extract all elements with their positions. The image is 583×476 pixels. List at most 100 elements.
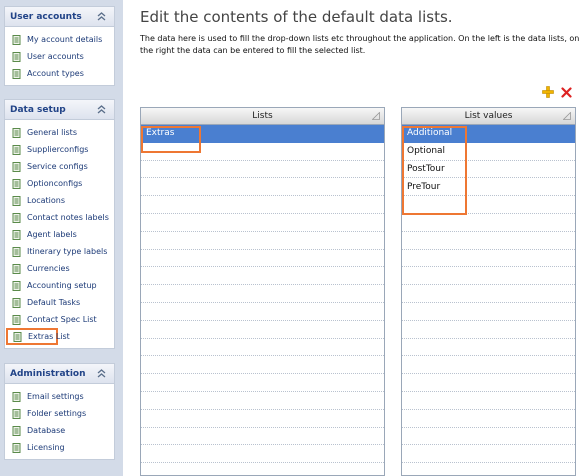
table-row[interactable] <box>402 250 575 268</box>
sort-icon[interactable] <box>372 112 380 120</box>
table-row[interactable] <box>141 250 384 268</box>
sidebar-item-label: Agent labels <box>27 230 77 239</box>
table-row[interactable] <box>402 339 575 357</box>
table-row[interactable] <box>141 143 384 161</box>
sidebar-item-label: My account details <box>27 35 103 44</box>
table-row[interactable] <box>141 196 384 214</box>
document-icon <box>12 34 21 45</box>
table-row[interactable] <box>402 267 575 286</box>
sidebar-item-extras-list[interactable]: Extras List <box>6 328 70 345</box>
sidebar-item-licensing[interactable]: Licensing <box>5 439 114 456</box>
table-row[interactable] <box>402 392 575 410</box>
sidebar-item-contact-spec-list[interactable]: Contact Spec List <box>5 311 114 328</box>
sidebar-item-default-tasks[interactable]: Default Tasks <box>5 294 114 311</box>
sidebar-item-service-configs[interactable]: Service configs <box>5 158 114 175</box>
panel-header-data-setup[interactable]: Data setup <box>4 99 115 120</box>
sidebar-item-label: Contact notes labels <box>27 213 109 222</box>
page-title: Edit the contents of the default data li… <box>140 8 453 26</box>
sidebar-item-user-accounts[interactable]: User accounts <box>5 48 114 65</box>
sidebar-item-email-settings[interactable]: Email settings <box>5 388 114 405</box>
plus-icon[interactable] <box>542 86 554 98</box>
sidebar-item-locations[interactable]: Locations <box>5 192 114 209</box>
panel-header-user-accounts[interactable]: User accounts <box>4 6 115 27</box>
document-icon <box>12 127 21 138</box>
sidebar-item-label: Database <box>27 426 66 435</box>
sidebar-item-agent-labels[interactable]: Agent labels <box>5 226 114 243</box>
table-row[interactable] <box>402 232 575 250</box>
list-values-column-header[interactable]: List values <box>402 108 575 125</box>
table-row[interactable]: Additional <box>402 125 575 143</box>
table-row[interactable]: Optional <box>402 143 575 161</box>
table-row[interactable]: Extras <box>141 125 384 143</box>
table-row[interactable] <box>402 321 575 339</box>
table-row[interactable] <box>141 374 384 392</box>
table-row[interactable] <box>402 356 575 375</box>
sidebar-item-label: Folder settings <box>27 409 87 418</box>
sidebar-item-database[interactable]: Database <box>5 422 114 439</box>
document-icon <box>12 408 21 419</box>
document-icon <box>12 212 21 223</box>
sidebar-item-itinerary-type-labels[interactable]: Itinerary type labels <box>5 243 114 260</box>
sidebar-item-my-account-details[interactable]: My account details <box>5 31 114 48</box>
table-row[interactable] <box>141 410 384 428</box>
panel-body: My account details User accounts Account… <box>4 27 115 86</box>
cell-text: Optional <box>407 146 446 157</box>
table-row[interactable] <box>141 232 384 250</box>
table-row[interactable] <box>141 463 384 475</box>
table-row[interactable] <box>402 214 575 232</box>
table-row[interactable]: PreTour <box>402 178 575 197</box>
sidebar-item-supplierconfigs[interactable]: Supplierconfigs <box>5 141 114 158</box>
panel-header-administration[interactable]: Administration <box>4 363 115 384</box>
document-icon <box>12 178 21 189</box>
sidebar-item-label: Accounting setup <box>27 281 97 290</box>
sidebar-item-label: Contact Spec List <box>27 315 97 324</box>
sort-icon[interactable] <box>563 112 571 120</box>
collapse-icon[interactable] <box>95 10 108 23</box>
sidebar-item-currencies[interactable]: Currencies <box>5 260 114 277</box>
table-row[interactable] <box>402 285 575 303</box>
collapse-icon[interactable] <box>95 103 108 116</box>
sidebar-item-folder-settings[interactable]: Folder settings <box>5 405 114 422</box>
table-row[interactable] <box>141 445 384 464</box>
list-values-grid: List values Additional Optional PostTour… <box>401 107 576 476</box>
table-row[interactable] <box>141 339 384 357</box>
sidebar-item-label: Default Tasks <box>27 298 81 307</box>
sidebar-item-account-types[interactable]: Account types <box>5 65 114 82</box>
document-icon <box>12 314 21 325</box>
table-row[interactable] <box>402 196 575 214</box>
table-row[interactable] <box>141 321 384 339</box>
sidebar-item-label: Optionconfigs <box>27 179 83 188</box>
table-row[interactable] <box>141 428 384 446</box>
table-row[interactable] <box>402 445 575 464</box>
table-row[interactable] <box>402 303 575 321</box>
table-row[interactable] <box>141 161 384 179</box>
sidebar-item-contact-notes-labels[interactable]: Contact notes labels <box>5 209 114 226</box>
x-icon[interactable] <box>561 87 572 98</box>
sidebar-item-label: Email settings <box>27 392 84 401</box>
lists-column-header[interactable]: Lists <box>141 108 384 125</box>
sidebar-item-accounting-setup[interactable]: Accounting setup <box>5 277 114 294</box>
table-row[interactable] <box>402 463 575 475</box>
table-row[interactable] <box>402 428 575 446</box>
table-row[interactable] <box>141 356 384 375</box>
collapse-icon[interactable] <box>95 367 108 380</box>
table-row[interactable] <box>402 410 575 428</box>
lists-grid: Lists Extras <box>140 107 385 476</box>
table-row[interactable] <box>141 303 384 321</box>
column-header-label: List values <box>464 111 513 121</box>
sidebar-item-general-lists[interactable]: General lists <box>5 124 114 141</box>
table-row[interactable]: PostTour <box>402 161 575 179</box>
table-row[interactable] <box>141 285 384 303</box>
sidebar-item-optionconfigs[interactable]: Optionconfigs <box>5 175 114 192</box>
sidebar-item-label: Licensing <box>27 443 65 452</box>
table-row[interactable] <box>402 374 575 392</box>
sidebar-item-label: Locations <box>27 196 66 205</box>
main-content: Edit the contents of the default data li… <box>126 0 583 476</box>
table-row[interactable] <box>141 214 384 232</box>
table-row[interactable] <box>141 392 384 410</box>
table-row[interactable] <box>141 267 384 286</box>
document-icon <box>12 246 21 257</box>
table-row[interactable] <box>141 178 384 197</box>
panel-body: Email settings Folder settings Database … <box>4 384 115 460</box>
sidebar-item-label: User accounts <box>27 52 84 61</box>
